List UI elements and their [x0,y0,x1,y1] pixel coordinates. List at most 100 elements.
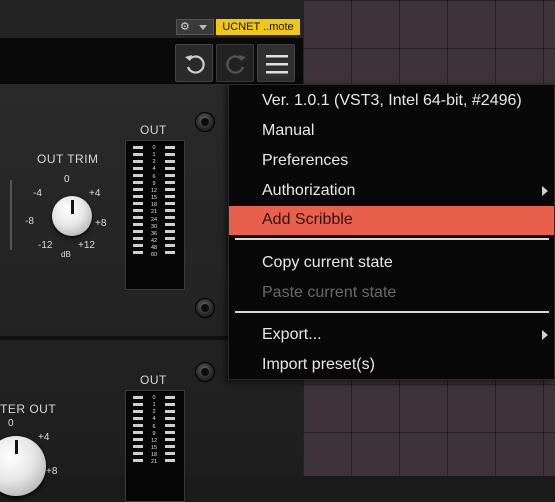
meter-segment [165,223,175,226]
meter-segment [133,209,143,212]
panel-screw [195,298,215,318]
meter-segment [165,202,175,205]
menu-item-import-presets[interactable]: Import preset(s) [229,351,554,379]
menu-item-export-label: Export... [262,326,322,343]
meter-segment [165,396,175,399]
meter-segment [133,410,143,413]
meter-segment [165,445,175,448]
meter-scale-label: 21 [150,459,158,466]
meter-scale-label: 0 [152,145,156,151]
menu-item-paste-state: Paste current state [262,284,397,301]
meter-scale: 0 1 2 4 6 9 12 15 18 21 [147,395,161,467]
trim-tick-minus-8: -8 [25,216,34,227]
meter-segment [165,410,175,413]
lower-out-meter-label: OUT [140,373,167,387]
meter-segment [165,146,175,149]
meter-segment [133,146,143,149]
meter-segment [133,202,143,205]
menu-item-version[interactable]: Ver. 1.0.1 (VST3, Intel 64-bit, #2496) [229,87,554,115]
meter-segment [133,244,143,247]
meter-segment [165,160,175,163]
gear-icon[interactable]: ⚙ [180,20,190,34]
meter-segment [165,244,175,247]
meter-segment [133,188,143,191]
undo-button[interactable] [175,44,213,82]
out-trim-label: OUT TRIM [37,152,99,166]
meter-scale-label: 2 [152,159,156,166]
menu-separator [235,311,549,313]
menu-item-manual[interactable]: Manual [229,117,554,145]
plugin-settings-control[interactable]: ⚙ [176,19,214,35]
lower-trim-tick-plus-4: +4 [38,432,50,443]
meter-segment [133,195,143,198]
meter-scale-label: 1 [152,402,156,409]
remote-control-label[interactable]: UCNET ..mote [216,19,300,35]
master-out-knob[interactable] [0,436,46,496]
meter-segment [165,216,175,219]
meter-scale-label: 12 [150,187,158,194]
lower-trim-tick-0: 0 [8,418,14,429]
meter-scale-label: 48 [150,245,158,252]
meter-scale-label: 9 [152,180,156,187]
meter-segment [165,174,175,177]
trim-tick-0: 0 [64,174,70,185]
meter-segment [165,438,175,441]
menu-item-preferences[interactable]: Preferences [229,147,554,175]
meter-segment [133,230,143,233]
meter-scale-label: 15 [150,195,158,202]
menu-item-add-scribble[interactable]: Add Scribble [229,206,554,235]
out-meter-label: OUT [140,123,167,137]
meter-segment [133,216,143,219]
meter-segment [133,237,143,240]
meter-scale-label: 4 [152,166,156,173]
meter-segment [133,403,143,406]
menu-item-copy-state[interactable]: Copy current state [229,249,554,277]
undo-icon [185,55,205,74]
meter-segment [165,403,175,406]
meter-right-ticks [165,146,175,258]
menu-item-authorization[interactable]: Authorization [229,177,554,205]
lower-out-level-meter: 0 1 2 4 6 9 12 15 18 21 [125,390,185,502]
panel-screw [195,362,215,382]
meter-scale-label: 60 [150,252,158,259]
menu-separator [235,238,549,240]
meter-segment [133,251,143,254]
trim-tick-plus-12: +12 [78,240,95,251]
redo-button[interactable] [216,44,254,82]
trim-tick-minus-4: -4 [33,188,42,199]
meter-segment [133,153,143,156]
meter-scale-label: 18 [150,452,158,459]
meter-segment [133,167,143,170]
hamburger-menu-icon [266,55,288,74]
meter-scale-label: 12 [150,437,158,444]
meter-scale-label: 18 [150,202,158,209]
meter-segment [165,424,175,427]
meter-segment [165,181,175,184]
meter-segment [133,459,143,462]
out-trim-knob[interactable] [52,196,92,236]
out-level-meter: 0 1 2 4 6 9 12 15 18 21 24 30 36 42 48 60 [125,140,185,290]
meter-scale-label: 0 [152,395,156,401]
submenu-arrow-icon [542,186,548,196]
trim-unit-label: dB [61,250,71,259]
main-menu-button[interactable] [257,44,295,82]
trim-tick-plus-8: +8 [95,218,107,229]
redo-icon [226,55,246,74]
meter-right-ticks [165,396,175,466]
menu-item-export[interactable]: Export... [229,321,554,349]
meter-segment [165,459,175,462]
menu-item-authorization-label: Authorization [262,182,356,199]
meter-segment [165,452,175,455]
meter-segment [165,417,175,420]
meter-segment [165,237,175,240]
chevron-down-icon[interactable] [199,25,207,30]
meter-scale-label: 15 [150,445,158,452]
meter-scale-label: 1 [152,152,156,159]
meter-segment [133,438,143,441]
meter-segment [165,188,175,191]
meter-scale: 0 1 2 4 6 9 12 15 18 21 24 30 36 42 48 60 [147,145,161,260]
meter-segment [165,431,175,434]
submenu-arrow-icon [542,330,548,340]
meter-scale-label: 9 [152,430,156,437]
trim-tick-plus-4: +4 [89,188,101,199]
